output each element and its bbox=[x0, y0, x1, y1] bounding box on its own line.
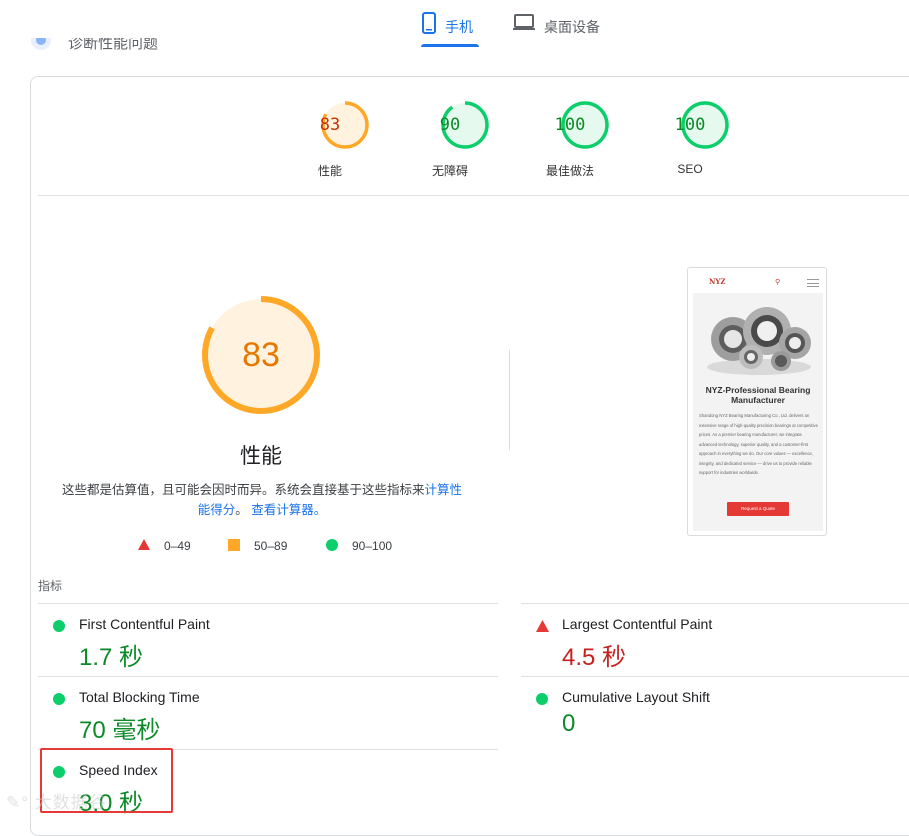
legend-range: 50–89 bbox=[254, 539, 288, 553]
legend-average: 50–89 bbox=[228, 538, 287, 554]
screenshot-heading: NYZ-Professional Bearing Manufacturer bbox=[705, 385, 811, 405]
metric-name: Cumulative Layout Shift bbox=[562, 689, 710, 705]
screenshot-viewport: NYZ ⚲ NYZ-Professional Bearing Manufactu… bbox=[693, 273, 823, 531]
diagnose-icon bbox=[30, 38, 52, 55]
gauge-accessibility[interactable]: 90 无障碍 bbox=[425, 100, 505, 178]
menu-icon bbox=[807, 279, 819, 287]
description-text: 这些都是估算值，且可能会因时而异。系统会直接基于这些指标来 bbox=[61, 483, 425, 497]
metric-lcp: Largest Contentful Paint 4.5 秒 bbox=[521, 604, 909, 676]
tab-desktop[interactable]: 桌面设备 bbox=[512, 12, 607, 46]
legend-range: 90–100 bbox=[352, 539, 393, 553]
category-divider bbox=[38, 195, 909, 196]
gauge-best-practices[interactable]: 100 最佳做法 bbox=[545, 100, 625, 178]
bearings-image bbox=[707, 307, 811, 375]
pass-circle-icon bbox=[53, 692, 65, 710]
metric-name: Largest Contentful Paint bbox=[562, 616, 713, 632]
gauge-label: 性能 bbox=[317, 164, 342, 178]
smartphone-icon bbox=[421, 12, 437, 37]
watermark-logo-icon: ✎° bbox=[6, 793, 30, 812]
performance-title: 性能 bbox=[240, 445, 282, 468]
gauge-seo[interactable]: 100 SEO bbox=[665, 100, 745, 176]
metric-name: First Contentful Paint bbox=[79, 616, 210, 632]
performance-description: 这些都是估算值，且可能会因时而异。系统会直接基于这些指标来计算性能得分。 查看计… bbox=[58, 480, 466, 520]
metric-value: 70 毫秒 bbox=[79, 717, 161, 744]
diagnose-title: 诊断性能问题 bbox=[68, 38, 159, 52]
laptop-icon bbox=[512, 12, 536, 35]
tab-mobile-label: 手机 bbox=[445, 19, 473, 35]
description-sep: 。 bbox=[235, 503, 248, 517]
legend-pass: 90–100 bbox=[326, 538, 392, 554]
gauge-score: 100 bbox=[674, 115, 706, 135]
search-icon: ⚲ bbox=[775, 279, 781, 286]
pass-circle-icon bbox=[53, 619, 65, 637]
legend-fail: 0–49 bbox=[138, 538, 191, 554]
screenshot-paragraph: Shandong NYZ Bearing Manufacturing Co., … bbox=[699, 413, 818, 475]
fail-triangle-icon bbox=[536, 619, 549, 637]
gauge-label: 无障碍 bbox=[431, 164, 468, 178]
calculator-link[interactable]: 查看计算器。 bbox=[251, 503, 326, 517]
request-quote-button[interactable]: Request a Quote bbox=[727, 502, 789, 516]
site-logo: NYZ bbox=[709, 277, 726, 286]
page-screenshot[interactable]: NYZ ⚲ NYZ-Professional Bearing Manufactu… bbox=[687, 267, 827, 536]
legend-range: 0–49 bbox=[164, 539, 191, 553]
triangle-icon bbox=[138, 539, 150, 553]
watermark-text: 大数据谷 bbox=[34, 793, 107, 812]
screenshot-header: NYZ ⚲ bbox=[693, 273, 823, 293]
gauge-score: 90 bbox=[439, 115, 461, 135]
square-icon bbox=[228, 538, 240, 554]
metric-tbt: Total Blocking Time 70 毫秒 bbox=[38, 677, 478, 749]
vertical-divider bbox=[509, 350, 510, 450]
tab-mobile[interactable]: 手机 bbox=[421, 12, 479, 47]
gauge-label: 最佳做法 bbox=[545, 164, 594, 178]
metric-cls: Cumulative Layout Shift 0 bbox=[521, 677, 909, 749]
metric-value: 4.5 秒 bbox=[562, 644, 627, 671]
pass-circle-icon bbox=[536, 692, 548, 710]
tab-desktop-label: 桌面设备 bbox=[544, 19, 600, 35]
metric-fcp: First Contentful Paint 1.7 秒 bbox=[38, 604, 478, 676]
gauge-score: 100 bbox=[554, 115, 586, 135]
tab-active-indicator bbox=[421, 44, 479, 47]
metric-name: Speed Index bbox=[79, 762, 158, 778]
pass-circle-icon bbox=[53, 765, 65, 783]
metric-name: Total Blocking Time bbox=[79, 689, 200, 705]
metric-value: 0 bbox=[562, 710, 576, 737]
gauge-performance[interactable]: 83 性能 bbox=[305, 100, 385, 178]
metrics-label: 指标 bbox=[38, 579, 63, 593]
circle-icon bbox=[326, 538, 338, 554]
metric-value: 1.7 秒 bbox=[79, 644, 144, 671]
diagnose-header: 诊断性能问题 bbox=[30, 38, 158, 60]
gauge-label: SEO bbox=[677, 162, 703, 176]
watermark: ✎° 大数据谷 bbox=[6, 788, 107, 813]
performance-score: 83 bbox=[242, 336, 280, 374]
gauge-score: 83 bbox=[319, 115, 341, 135]
